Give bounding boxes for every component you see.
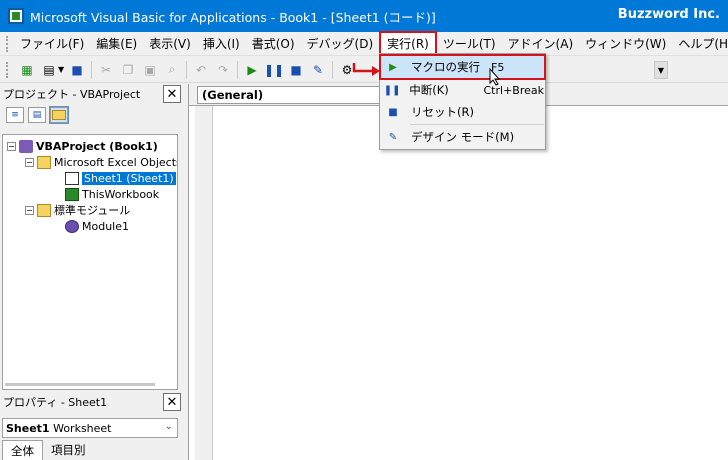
insert-userform-icon[interactable]: ▤: [40, 61, 58, 79]
properties-title: プロパティ - Sheet1: [3, 396, 108, 409]
collapse-icon[interactable]: −: [25, 205, 34, 215]
toolbar-overflow-icon[interactable]: ▼: [654, 61, 668, 79]
excel-app-icon[interactable]: [8, 8, 24, 24]
toolbar-separator: [332, 60, 333, 79]
toolbar-separator: [237, 60, 238, 79]
vba-project-icon: [19, 139, 33, 153]
tree-item[interactable]: Module1: [65, 218, 129, 234]
view-object-icon[interactable]: ▤: [28, 107, 46, 123]
toolbar-grip-handle[interactable]: [6, 61, 10, 78]
run-macro-icon[interactable]: ▶: [243, 61, 261, 79]
workbook-icon: [65, 187, 79, 201]
insert-dropdown-icon[interactable]: ▼: [58, 65, 66, 74]
object-name: Sheet1: [6, 421, 50, 435]
tree-item[interactable]: − 標準モジュール: [25, 202, 130, 218]
menu-debug[interactable]: デバッグ(D): [301, 33, 380, 55]
project-explorer-header: プロジェクト - VBAProject ✕: [0, 84, 183, 104]
run-menu-dropdown: ▶ マクロの実行 F5 ❚❚ 中断(K) Ctrl+Break ■ リセット(R…: [379, 53, 546, 150]
project-close-button[interactable]: ✕: [163, 85, 181, 103]
project-explorer-title: プロジェクト - VBAProject: [3, 88, 141, 101]
project-explorer-tools: ≡ ▤: [0, 104, 183, 126]
tree-item[interactable]: − VBAProject (Book1): [7, 138, 158, 154]
chevron-down-icon[interactable]: ⌄: [165, 421, 173, 432]
menu-edit[interactable]: 編集(E): [90, 33, 143, 55]
properties-header: プロパティ - Sheet1 ✕: [0, 392, 183, 412]
menu-item-reset[interactable]: ■ リセット(R): [381, 101, 544, 123]
menu-item-label: マクロの実行: [411, 60, 480, 74]
properties-panel: プロパティ - Sheet1 ✕ Sheet1 Worksheet ⌄ 全体 項…: [0, 392, 183, 460]
object-combo[interactable]: (General): [197, 86, 387, 104]
worksheet-icon: [65, 171, 79, 185]
menu-grip-handle[interactable]: [6, 35, 8, 52]
properties-tabs: 全体 項目別: [2, 440, 94, 460]
save-icon[interactable]: ■: [68, 61, 86, 79]
undo-icon[interactable]: ↶: [192, 61, 210, 79]
play-icon: ▶: [389, 61, 397, 73]
module-icon: [65, 219, 79, 233]
menu-window[interactable]: ウィンドウ(W): [579, 33, 672, 55]
menu-view[interactable]: 表示(V): [143, 33, 197, 55]
tree-item[interactable]: Sheet1 (Sheet1): [65, 170, 176, 186]
tree-item-label: Microsoft Excel Objects: [54, 155, 178, 169]
toolbar-separator: [91, 60, 92, 79]
view-code-icon[interactable]: ≡: [6, 107, 24, 123]
menu-format[interactable]: 書式(O): [246, 33, 301, 55]
object-select[interactable]: Sheet1 Worksheet ⌄: [2, 418, 178, 438]
design-mode-icon[interactable]: ✎: [309, 61, 327, 79]
design-mode-icon: ✎: [388, 131, 398, 143]
project-explorer: プロジェクト - VBAProject ✕ ≡ ▤ − VBAProject (…: [0, 84, 183, 392]
menu-separator: [410, 124, 544, 125]
mouse-cursor-icon: [489, 68, 501, 86]
find-icon[interactable]: ⌕: [163, 61, 181, 79]
pause-icon: ❚❚: [383, 84, 401, 96]
break-icon[interactable]: ❚❚: [264, 61, 284, 79]
window-title: Microsoft Visual Basic for Applications …: [30, 9, 436, 25]
object-type: Worksheet: [53, 421, 112, 435]
cut-icon[interactable]: ✂: [97, 61, 115, 79]
menu-item-break[interactable]: ❚❚ 中断(K) Ctrl+Break: [381, 79, 544, 101]
menu-help[interactable]: ヘルプ(H): [672, 33, 728, 55]
tree-item-label: ThisWorkbook: [82, 187, 160, 201]
menu-tools[interactable]: ツール(T): [437, 33, 502, 55]
menu-item-design-mode[interactable]: ✎ デザイン モード(M): [381, 126, 544, 148]
reset-icon[interactable]: ■: [287, 61, 305, 79]
menu-run[interactable]: 実行(R): [379, 30, 437, 57]
menu-item-label: リセット(R): [411, 105, 474, 119]
menu-addins[interactable]: アドイン(A): [502, 33, 580, 55]
tree-item[interactable]: − Microsoft Excel Objects: [25, 154, 178, 170]
menu-file[interactable]: ファイル(F): [14, 33, 90, 55]
menu-item-label: デザイン モード(M): [411, 130, 515, 144]
red-arrow-annotation: [352, 63, 380, 76]
copy-icon[interactable]: ❐: [119, 61, 137, 79]
menu-insert[interactable]: 挿入(I): [197, 33, 246, 55]
stop-icon: ■: [388, 106, 398, 118]
redo-icon[interactable]: ↷: [214, 61, 232, 79]
collapse-icon[interactable]: −: [25, 157, 34, 167]
toolbar-separator: [186, 60, 187, 79]
tree-item-label: VBAProject (Book1): [36, 139, 158, 153]
folder-icon: [37, 155, 51, 169]
properties-close-button[interactable]: ✕: [163, 393, 181, 411]
menu-bar: ファイル(F) 編集(E) 表示(V) 挿入(I) 書式(O) デバッグ(D) …: [0, 30, 728, 57]
tab-alphabetic[interactable]: 全体: [2, 440, 43, 460]
project-tree[interactable]: − VBAProject (Book1) − Microsoft Excel O…: [2, 134, 178, 390]
code-margin[interactable]: [195, 106, 213, 460]
paste-icon[interactable]: ▣: [141, 61, 159, 79]
tree-horizontal-scrollbar[interactable]: [5, 383, 155, 386]
folder-icon: [37, 203, 51, 217]
toggle-folders-icon[interactable]: [49, 106, 69, 124]
menu-item-label: 中断(K): [409, 83, 449, 97]
tree-item[interactable]: ThisWorkbook: [65, 186, 159, 202]
tree-item-label: Sheet1 (Sheet1): [82, 171, 176, 185]
menu-item-run-macro[interactable]: ▶ マクロの実行 F5: [379, 54, 546, 80]
tab-categorized[interactable]: 項目別: [43, 440, 94, 460]
tree-item-label: Module1: [82, 219, 129, 233]
view-excel-icon[interactable]: ▦: [18, 61, 36, 79]
brand-label: Buzzword Inc.: [617, 7, 720, 22]
tree-item-label: 標準モジュール: [54, 204, 131, 217]
collapse-icon[interactable]: −: [7, 141, 16, 151]
title-bar: Microsoft Visual Basic for Applications …: [0, 0, 728, 32]
